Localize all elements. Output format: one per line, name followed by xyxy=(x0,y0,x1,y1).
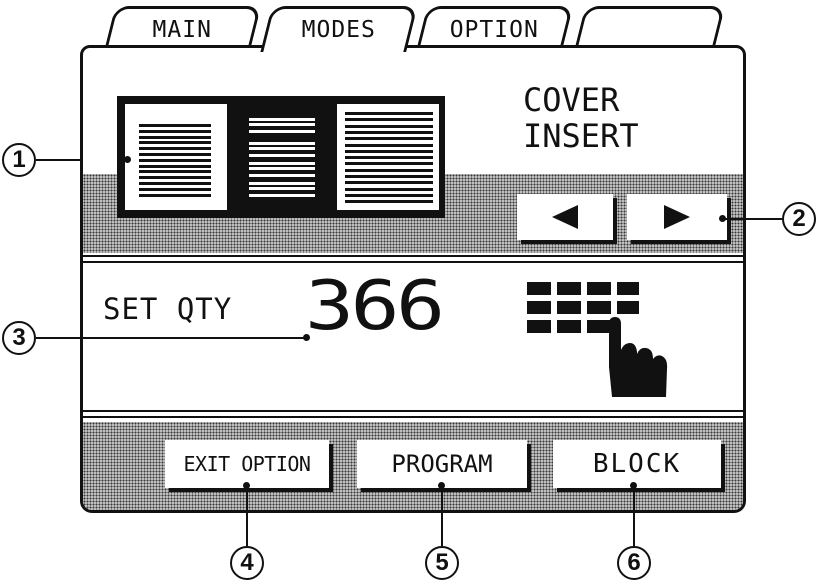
line-bar xyxy=(139,124,211,127)
triangle-right-icon xyxy=(664,205,690,229)
line-bar xyxy=(139,187,211,191)
block-label: BLOCK xyxy=(592,449,682,479)
callout-6-leader xyxy=(633,486,635,546)
line-bar xyxy=(249,174,315,177)
mode-selector xyxy=(117,96,445,218)
line-bar xyxy=(345,156,433,160)
line-bar xyxy=(345,162,433,166)
tab-option[interactable]: OPTION xyxy=(416,6,574,48)
keypad-button[interactable] xyxy=(519,276,679,406)
line-bar xyxy=(345,168,433,172)
callout-3-leader xyxy=(36,337,306,339)
line-bar xyxy=(139,193,211,197)
line-bar xyxy=(139,158,211,162)
exit-option-button[interactable]: EXIT OPTION xyxy=(165,440,329,488)
line-bar xyxy=(345,193,433,197)
line-bar xyxy=(345,137,433,141)
tab-modes-label: MODES xyxy=(301,17,376,43)
line-bar xyxy=(249,182,315,185)
program-button[interactable]: PROGRAM xyxy=(357,440,527,488)
line-bar xyxy=(139,147,211,151)
line-bar xyxy=(139,176,211,180)
callout-2: 2 xyxy=(782,202,816,236)
triangle-left-icon xyxy=(552,205,578,229)
mode-option-full[interactable] xyxy=(337,104,439,210)
line-bar xyxy=(345,181,433,185)
tab-blank[interactable] xyxy=(574,6,726,48)
line-bar xyxy=(139,135,211,139)
line-bar xyxy=(345,124,433,128)
next-button[interactable] xyxy=(627,194,727,240)
tab-option-label: OPTION xyxy=(449,17,539,43)
line-bar xyxy=(249,194,315,197)
callout-2-dot xyxy=(719,215,726,222)
control-panel: COVER INSERT SET QTY 366 EXIT OPTION PRO… xyxy=(80,45,746,513)
mode-option-left-align[interactable] xyxy=(125,104,227,210)
line-bar xyxy=(249,130,315,133)
divider-line xyxy=(83,416,743,418)
callout-1: 1 xyxy=(2,143,36,177)
exit-option-label: EXIT OPTION xyxy=(183,452,311,476)
divider-line xyxy=(83,410,743,412)
mode-name-line2: INSERT xyxy=(523,117,639,155)
line-bar xyxy=(139,141,211,145)
callout-6: 6 xyxy=(617,546,651,580)
line-bar xyxy=(345,118,433,122)
callout-4-leader xyxy=(246,486,248,546)
line-bar xyxy=(249,147,315,150)
callout-6-dot xyxy=(630,482,637,489)
line-bar xyxy=(345,130,433,134)
callout-3: 3 xyxy=(2,321,36,355)
callout-4: 4 xyxy=(230,546,264,580)
line-bar xyxy=(249,162,315,165)
set-qty-label: SET QTY xyxy=(103,292,233,326)
line-bar xyxy=(345,175,433,178)
tab-main[interactable]: MAIN xyxy=(104,6,262,48)
mode-name-line1: COVER xyxy=(523,81,620,119)
block-button[interactable]: BLOCK xyxy=(553,440,721,488)
line-bar xyxy=(345,112,433,115)
line-bar xyxy=(345,149,433,153)
callout-4-dot xyxy=(243,482,250,489)
callout-5-leader xyxy=(441,486,443,546)
line-bar xyxy=(249,123,315,126)
callout-3-dot xyxy=(303,334,310,341)
line-bar xyxy=(139,153,211,156)
tab-modes[interactable]: MODES xyxy=(260,6,418,52)
callout-2-leader xyxy=(722,218,782,220)
line-bar xyxy=(249,167,315,170)
callout-1-dot xyxy=(124,156,131,163)
line-bar xyxy=(249,154,315,157)
mode-option-center[interactable] xyxy=(231,104,333,210)
callout-5-dot xyxy=(438,482,445,489)
prev-button[interactable] xyxy=(517,194,613,240)
program-label: PROGRAM xyxy=(391,450,493,478)
line-bar xyxy=(139,170,211,174)
line-bar xyxy=(345,200,433,204)
keypad-hand-icon xyxy=(527,282,668,397)
line-bar xyxy=(139,129,211,133)
line-bar xyxy=(345,143,433,147)
divider-line xyxy=(83,255,743,257)
quantity-value[interactable]: 366 xyxy=(305,272,445,342)
line-bar xyxy=(249,187,315,190)
line-bar xyxy=(345,187,433,191)
line-bar xyxy=(249,142,315,145)
callout-5: 5 xyxy=(425,546,459,580)
line-bar xyxy=(139,182,211,185)
mode-name: COVER INSERT xyxy=(523,82,673,154)
tab-main-label: MAIN xyxy=(152,17,212,43)
line-bar xyxy=(139,164,211,168)
divider-line xyxy=(83,261,743,263)
line-bar xyxy=(249,118,315,121)
